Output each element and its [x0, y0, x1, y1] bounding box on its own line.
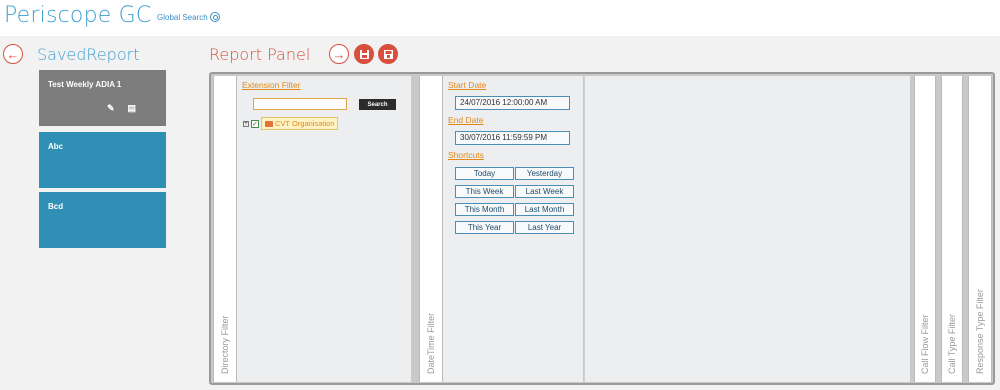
- search-icon: [209, 12, 220, 22]
- shortcut-last-week-button[interactable]: Last Week: [515, 185, 574, 198]
- extension-search-input[interactable]: [253, 98, 347, 110]
- tree-row: + ✓ CVT Organisation: [243, 117, 339, 130]
- save-report-button[interactable]: [354, 44, 374, 64]
- datetime-filter-pane: Start Date 24/07/2016 12:00:00 AM End Da…: [443, 76, 583, 382]
- global-search-link[interactable]: Global Search: [157, 12, 220, 22]
- shortcuts-link[interactable]: Shortcuts: [448, 150, 484, 160]
- back-button[interactable]: ←: [3, 44, 23, 64]
- folder-icon: [265, 120, 273, 127]
- shortcut-this-month-button[interactable]: This Month: [455, 203, 514, 216]
- save-as-icon: [383, 49, 393, 59]
- datetime-detail-pane: [584, 76, 910, 382]
- end-date-field[interactable]: 30/07/2016 11:59:59 PM: [455, 131, 570, 145]
- tab-response-type-filter[interactable]: Response Type Filter: [968, 76, 992, 382]
- saved-report-card[interactable]: Abc: [39, 132, 166, 188]
- saved-report-label: Bcd: [48, 202, 64, 211]
- arrow-right-icon: →: [332, 46, 346, 62]
- card-actions: ✎ ▤: [107, 103, 136, 114]
- tab-label: Call Type Filter: [947, 314, 957, 374]
- saved-report-label: Test Weekly ADIA 1: [48, 80, 122, 89]
- start-date-link[interactable]: Start Date: [448, 80, 486, 90]
- tab-call-flow-filter[interactable]: Call Flow Filter: [914, 76, 936, 382]
- tab-label: Directory Filter: [220, 315, 230, 374]
- saved-report-title: SavedReport: [37, 45, 140, 64]
- tab-call-type-filter[interactable]: Call Type Filter: [941, 76, 963, 382]
- extension-filter-link[interactable]: Extension Filter: [242, 80, 301, 90]
- search-button[interactable]: Search: [359, 99, 396, 110]
- global-search-label: Global Search: [157, 12, 208, 22]
- app-title: Periscope GC: [4, 3, 152, 28]
- saved-report-card[interactable]: Bcd: [39, 192, 166, 248]
- shortcut-today-button[interactable]: Today: [455, 167, 514, 180]
- shortcut-this-year-button[interactable]: This Year: [455, 221, 514, 234]
- save-icon: [359, 49, 369, 59]
- report-panel-title: Report Panel: [209, 45, 311, 64]
- trash-icon[interactable]: ▤: [128, 103, 137, 114]
- saved-report-card[interactable]: Test Weekly ADIA 1 ✎ ▤: [39, 70, 166, 126]
- end-date-link[interactable]: End Date: [448, 115, 483, 125]
- tab-label: Response Type Filter: [975, 289, 985, 374]
- directory-filter-pane: Extension Filter Search + ✓ CVT Organisa…: [237, 76, 411, 382]
- run-report-button[interactable]: →: [329, 44, 349, 64]
- shortcut-last-month-button[interactable]: Last Month: [515, 203, 574, 216]
- tab-datetime-filter[interactable]: DateTime Filter: [419, 76, 443, 382]
- expand-icon[interactable]: +: [243, 120, 249, 127]
- tab-label: DateTime Filter: [426, 312, 436, 374]
- shortcut-this-week-button[interactable]: This Week: [455, 185, 514, 198]
- arrow-left-icon: ←: [6, 46, 20, 62]
- tree-checkbox[interactable]: ✓: [251, 119, 259, 128]
- tab-label: Call Flow Filter: [920, 314, 930, 374]
- start-date-field[interactable]: 24/07/2016 12:00:00 AM: [455, 96, 570, 110]
- saved-report-label: Abc: [48, 142, 64, 151]
- save-as-button[interactable]: [378, 44, 398, 64]
- edit-icon[interactable]: ✎: [107, 103, 115, 114]
- shortcut-last-year-button[interactable]: Last Year: [515, 221, 574, 234]
- top-bar: Periscope GC Global Search: [0, 0, 1000, 36]
- tab-directory-filter[interactable]: Directory Filter: [213, 76, 237, 382]
- shortcut-yesterday-button[interactable]: Yesterday: [515, 167, 574, 180]
- tree-node[interactable]: CVT Organisation: [261, 117, 339, 130]
- tree-node-label: CVT Organisation: [275, 119, 335, 128]
